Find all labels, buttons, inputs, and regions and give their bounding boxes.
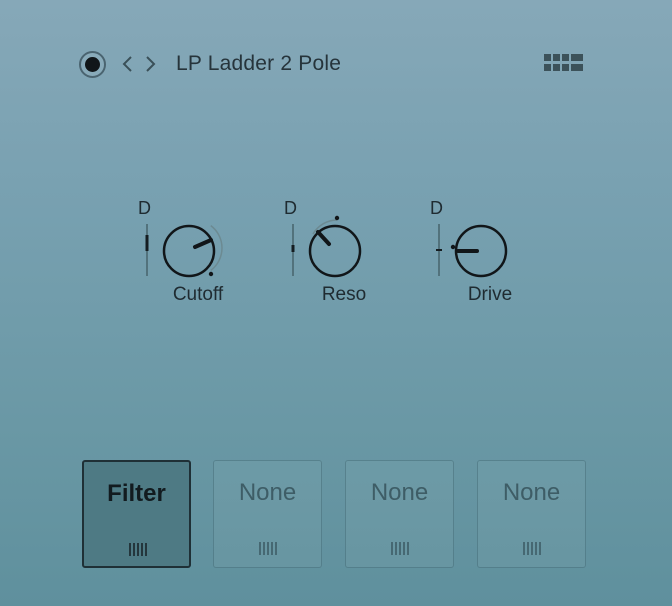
slot-label: None xyxy=(370,479,429,506)
mod-label-reso: D xyxy=(284,198,297,218)
grid-view-button[interactable] xyxy=(544,54,584,72)
preset-name[interactable]: LP Ladder 2 Pole xyxy=(176,50,341,78)
slot-label: None xyxy=(238,479,297,506)
drag-handle-icon[interactable] xyxy=(258,541,278,556)
mod-slider-cutoff[interactable] xyxy=(142,224,152,276)
previous-preset-button[interactable] xyxy=(120,52,136,76)
grid-icon xyxy=(544,54,583,71)
slot-label: None xyxy=(502,479,561,506)
knob-group-cutoff: D Cutoff xyxy=(138,196,238,314)
slot-filter[interactable]: Filter xyxy=(82,460,191,568)
next-preset-button[interactable] xyxy=(142,52,158,76)
knob-label-reso: Reso xyxy=(321,284,367,305)
drag-handle-icon[interactable] xyxy=(522,541,542,556)
slot-none-2[interactable]: None xyxy=(345,460,454,568)
drag-handle-icon[interactable] xyxy=(128,542,148,557)
chevron-left-icon xyxy=(122,56,132,72)
chevron-right-icon xyxy=(146,56,156,72)
drag-handle-icon[interactable] xyxy=(390,541,410,556)
knob-group-drive: D Drive xyxy=(430,196,530,314)
power-button[interactable] xyxy=(79,51,106,78)
cutoff-knob[interactable] xyxy=(158,212,228,282)
slot-label: Filter xyxy=(107,480,166,507)
power-toggle-icon xyxy=(85,57,100,72)
mod-slider-reso[interactable] xyxy=(288,224,298,276)
mod-label-cutoff: D xyxy=(138,198,151,218)
reso-knob[interactable] xyxy=(304,212,374,282)
knob-group-reso: D Reso xyxy=(284,196,384,314)
knob-label-drive: Drive xyxy=(467,284,513,305)
slot-none-1[interactable]: None xyxy=(213,460,322,568)
slot-none-3[interactable]: None xyxy=(477,460,586,568)
header: LP Ladder 2 Pole xyxy=(0,0,672,130)
knob-label-cutoff: Cutoff xyxy=(172,284,224,305)
mod-slider-drive[interactable] xyxy=(434,224,444,276)
drive-knob[interactable] xyxy=(450,212,520,282)
mod-label-drive: D xyxy=(430,198,443,218)
